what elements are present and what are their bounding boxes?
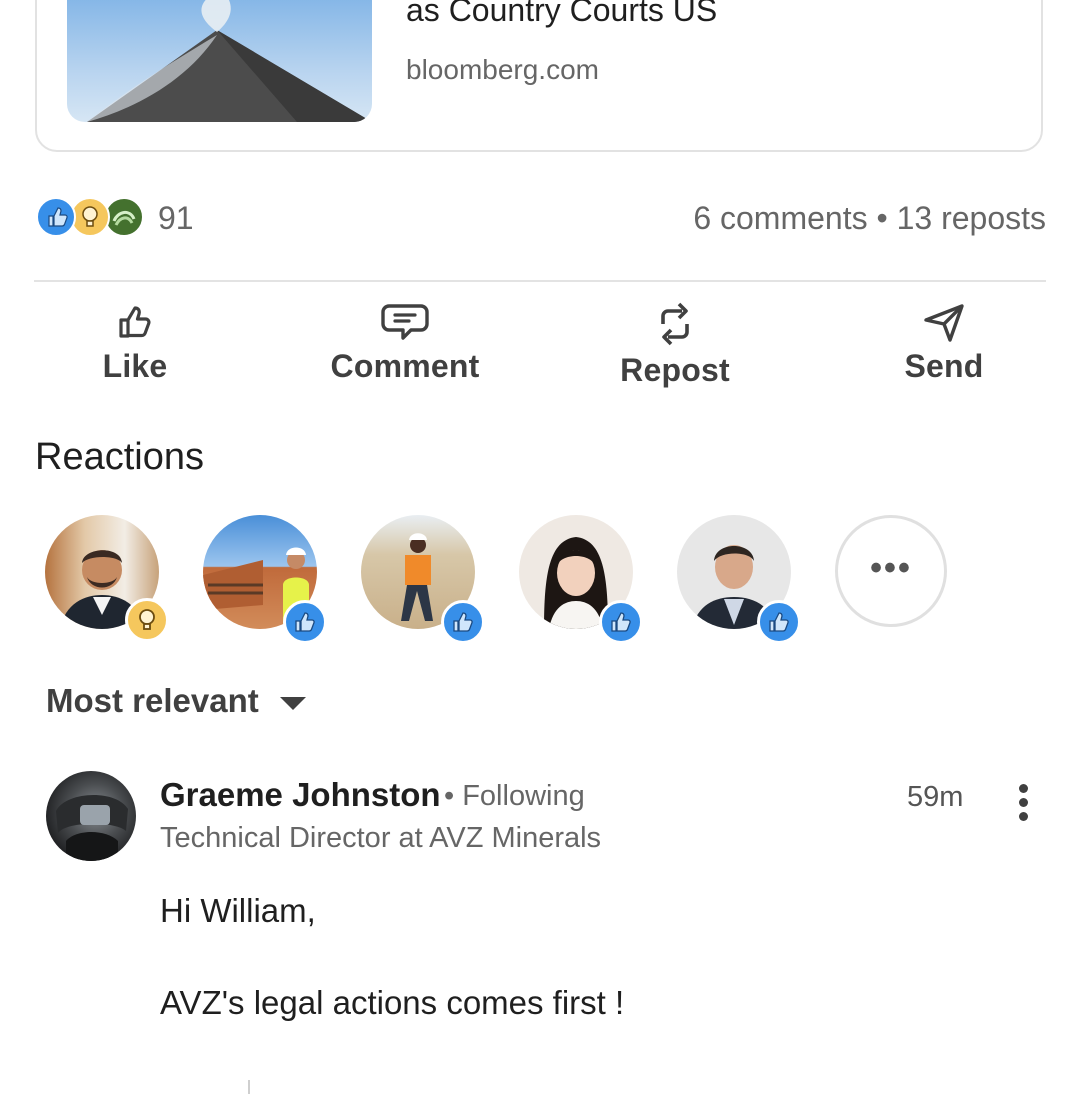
insightful-icon	[70, 197, 110, 237]
send-button[interactable]: Send	[844, 296, 1044, 396]
comment-icon	[381, 304, 429, 340]
comment-timestamp: 59m	[907, 781, 964, 813]
more-reactions-button[interactable]: •••	[835, 515, 947, 627]
reaction-count[interactable]: 91	[158, 200, 194, 237]
caret-down-icon[interactable]	[280, 697, 306, 710]
support-icon	[104, 197, 144, 237]
insightful-badge-icon	[125, 598, 169, 642]
more-options-icon[interactable]	[1010, 784, 1036, 826]
link-preview-title[interactable]: as Country Courts US	[406, 0, 717, 29]
thumbs-up-icon	[119, 306, 151, 338]
link-preview-domain: bloomberg.com	[406, 54, 599, 85]
like-label: Like	[102, 348, 168, 384]
reaction-icons[interactable]	[36, 197, 146, 239]
comment-author-avatar[interactable]	[46, 771, 136, 861]
repost-icon	[661, 302, 689, 346]
comment-button[interactable]: Comment	[305, 296, 505, 396]
comment-author-headline: Technical Director at AVZ Minerals	[160, 822, 602, 854]
comment-author-name[interactable]: Graeme Johnston	[160, 776, 441, 814]
send-icon	[924, 304, 964, 342]
comment-text: Hi William, AVZ's legal actions comes fi…	[160, 892, 625, 1021]
like-button[interactable]: Like	[35, 296, 235, 396]
like-badge-icon	[599, 600, 643, 644]
comment-label: Comment	[330, 348, 480, 384]
following-status: • Following	[444, 780, 585, 812]
send-label: Send	[904, 348, 984, 384]
repost-button[interactable]: Repost	[575, 296, 775, 396]
like-badge-icon	[441, 600, 485, 644]
divider	[34, 280, 1046, 282]
like-badge-icon	[283, 600, 327, 644]
repost-label: Repost	[620, 352, 730, 388]
like-badge-icon	[757, 600, 801, 644]
sort-selector[interactable]: Most relevant	[46, 682, 259, 720]
reactions-heading: Reactions	[35, 436, 204, 478]
comments-reposts-count[interactable]: 6 comments • 13 reposts	[693, 200, 1046, 237]
like-icon	[36, 197, 76, 237]
volcano-image	[87, 0, 372, 122]
comment-actions-row	[160, 1080, 360, 1094]
link-preview-thumbnail[interactable]	[67, 0, 372, 122]
